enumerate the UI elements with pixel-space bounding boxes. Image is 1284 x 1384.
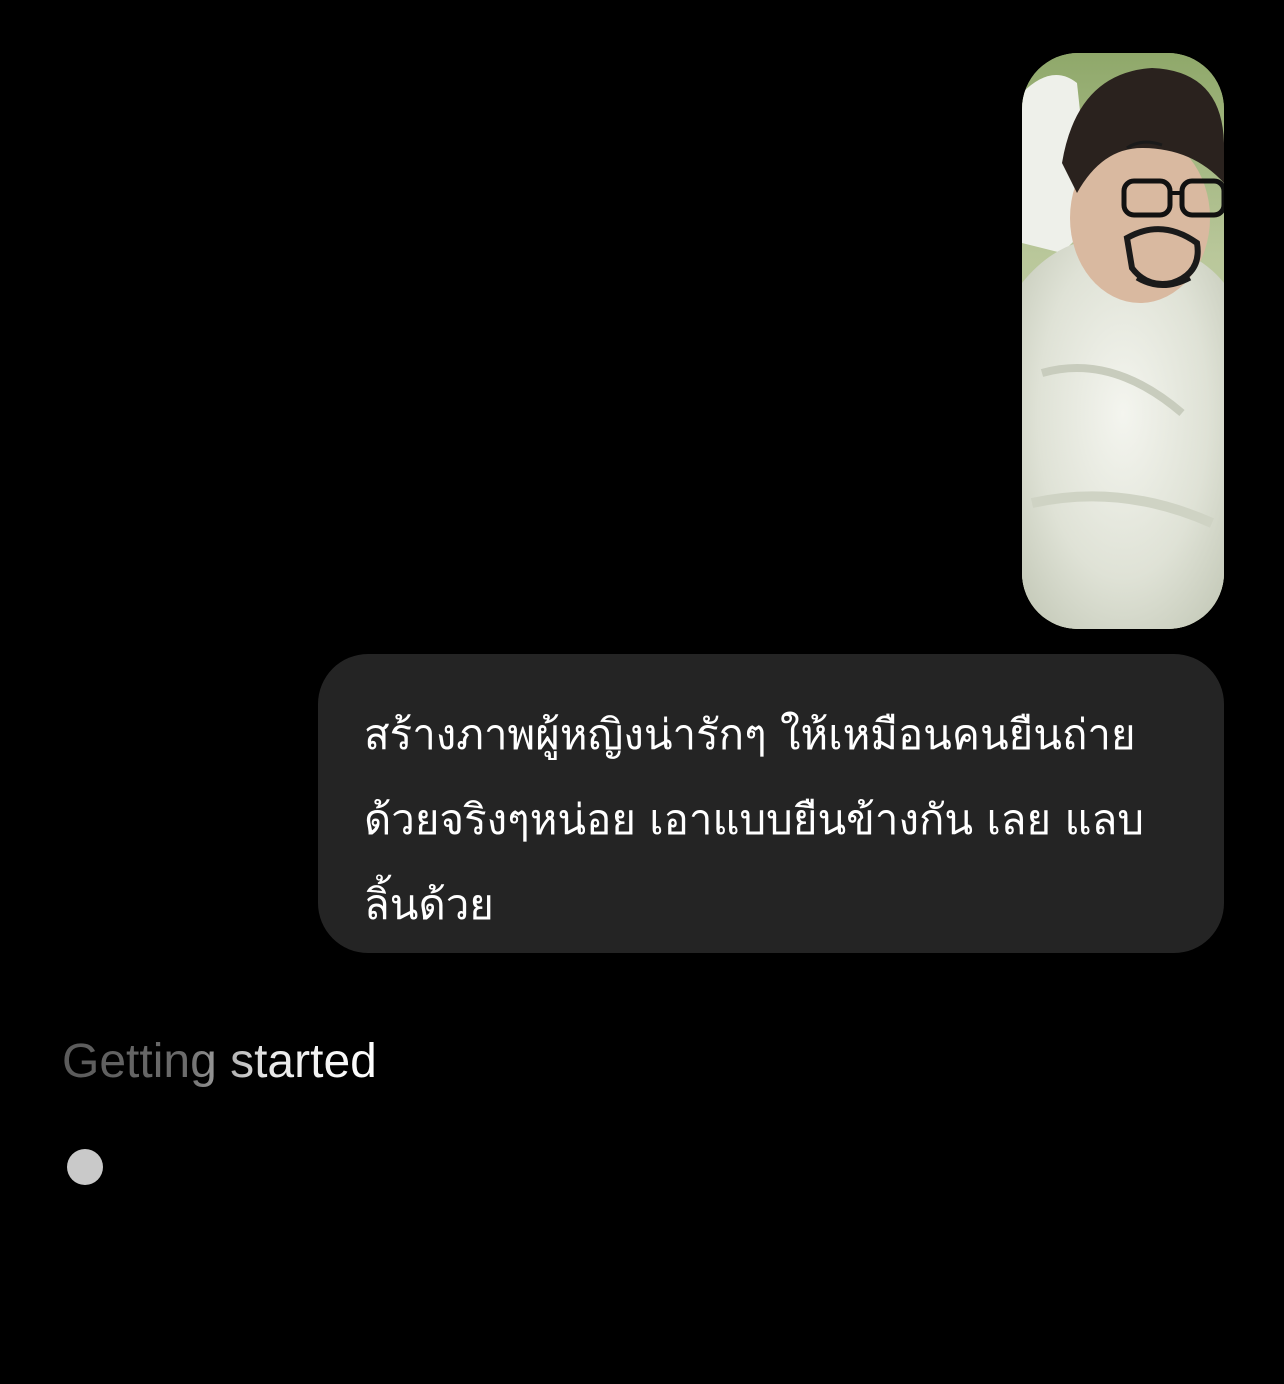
sent-photo-attachment[interactable] bbox=[1022, 53, 1224, 629]
loading-dot-icon bbox=[67, 1149, 103, 1185]
assistant-status-text: Getting started bbox=[62, 1030, 377, 1094]
user-message-text: สร้างภาพผู้หญิงน่ารักๆ ให้เหมือนคนยืนถ่า… bbox=[364, 710, 1144, 929]
user-message-bubble: สร้างภาพผู้หญิงน่ารักๆ ให้เหมือนคนยืนถ่า… bbox=[318, 654, 1224, 953]
sent-photo-image bbox=[1022, 53, 1224, 629]
